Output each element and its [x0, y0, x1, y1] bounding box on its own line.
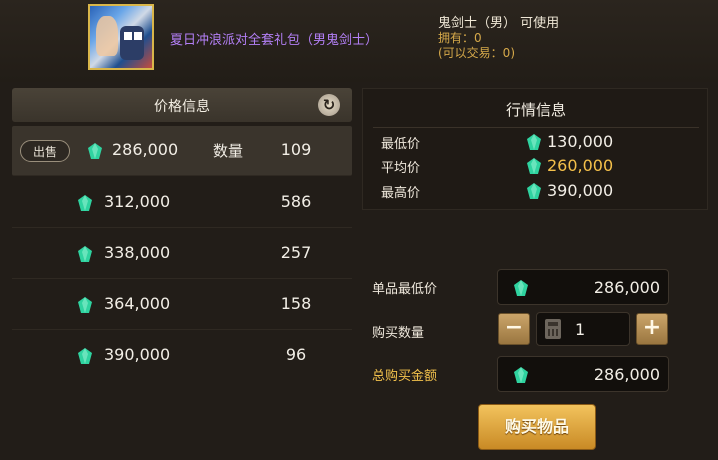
quantity-input[interactable]: 1	[536, 312, 630, 346]
listing-price: 286,000	[112, 140, 179, 159]
quantity-label: 数量	[213, 142, 244, 160]
quantity-label: 购买数量	[372, 326, 425, 341]
buy-item-button[interactable]: 购买物品	[478, 404, 596, 450]
lowest-price-label: 最低价	[381, 137, 421, 152]
total-amount-field: 286,000	[497, 356, 669, 392]
gem-icon	[527, 158, 541, 174]
unit-price-value: 286,000	[593, 278, 660, 297]
item-header: 夏日冲浪派对全套礼包（男鬼剑士） 鬼剑士（男） 可使用 拥有：0 (可以交易：0…	[0, 0, 718, 82]
lowest-price-value: 130,000	[547, 132, 614, 151]
listing-price: 390,000	[104, 345, 171, 364]
price-info-panel: 价格信息 ↻ 出售 286,000 数量 109 312,000 586 338…	[12, 88, 352, 460]
price-info-title: 价格信息	[154, 99, 210, 115]
item-tradeable-count: (可以交易：0)	[438, 46, 515, 60]
market-info-title: 行情信息	[505, 101, 566, 119]
gem-icon	[527, 134, 541, 150]
listing-quantity: 586	[280, 192, 312, 211]
gem-icon	[527, 183, 541, 199]
listing-row[interactable]: 364,000 158	[12, 280, 352, 330]
listing-row[interactable]: 338,000 257	[12, 229, 352, 279]
average-price-value: 260,000	[547, 156, 614, 175]
gem-icon	[88, 143, 102, 159]
listing-quantity: 109	[280, 140, 312, 159]
highest-price-value: 390,000	[547, 181, 614, 200]
total-amount-label: 总购买金额	[372, 369, 438, 384]
refresh-icon[interactable]: ↻	[318, 94, 340, 116]
gem-icon	[78, 348, 92, 364]
price-info-header: 价格信息 ↻	[12, 88, 352, 122]
listing-row[interactable]: 出售 286,000 数量 109	[12, 126, 352, 176]
average-price-label: 平均价	[381, 161, 421, 176]
total-amount-value: 286,000	[593, 365, 660, 384]
calculator-icon[interactable]	[545, 319, 561, 339]
decrease-quantity-button[interactable]: −	[498, 313, 530, 345]
quantity-value: 1	[575, 320, 586, 339]
divider	[373, 127, 699, 128]
listing-row[interactable]: 312,000 586	[12, 178, 352, 228]
item-icon	[88, 4, 154, 70]
gem-icon	[78, 195, 92, 211]
gem-icon	[78, 246, 92, 262]
listing-quantity: 96	[285, 345, 307, 364]
listing-price: 364,000	[104, 294, 171, 313]
gem-icon	[514, 280, 528, 296]
listing-quantity: 158	[280, 294, 312, 313]
listing-row[interactable]: 390,000 96	[12, 331, 352, 381]
listing-quantity: 257	[280, 243, 312, 262]
highest-price-label: 最高价	[381, 186, 421, 201]
unit-price-label: 单品最低价	[372, 282, 438, 297]
unit-price-field: 286,000	[497, 269, 669, 305]
gem-icon	[514, 367, 528, 383]
listing-price: 312,000	[104, 192, 171, 211]
market-info-panel: 行情信息 最低价 130,000 平均价 260,000 最高价 390,000	[362, 88, 708, 210]
listing-price: 338,000	[104, 243, 171, 262]
gem-icon	[78, 297, 92, 313]
sell-button[interactable]: 出售	[20, 140, 70, 162]
increase-quantity-button[interactable]: +	[636, 313, 668, 345]
item-name: 夏日冲浪派对全套礼包（男鬼剑士）	[170, 33, 379, 48]
